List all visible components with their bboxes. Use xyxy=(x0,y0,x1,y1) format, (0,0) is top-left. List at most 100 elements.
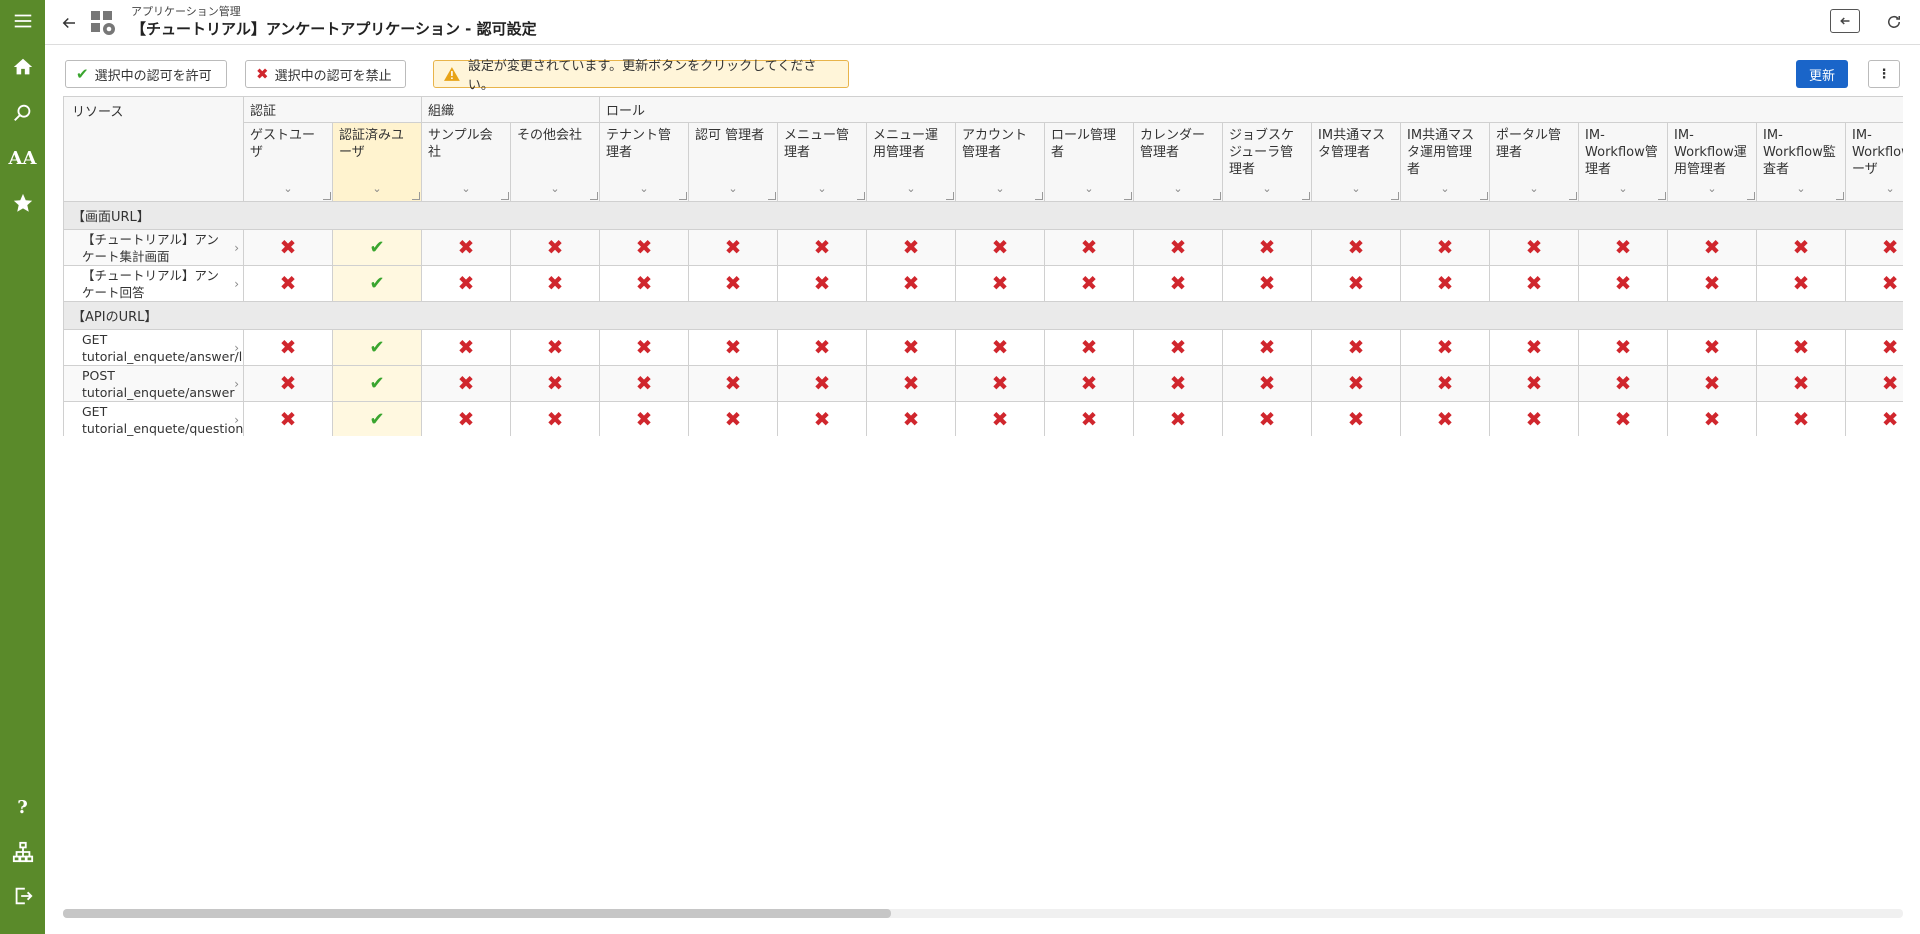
column-header[interactable]: IM-Workflow監査者 ⌄ xyxy=(1756,122,1847,202)
resize-handle-icon[interactable] xyxy=(679,192,688,200)
deny-cross-icon[interactable]: ✖ xyxy=(1793,235,1810,259)
deny-cross-icon[interactable]: ✖ xyxy=(458,271,475,295)
resize-handle-icon[interactable] xyxy=(1391,192,1400,200)
deny-cross-icon[interactable]: ✖ xyxy=(280,335,297,359)
chevron-down-icon[interactable]: ⌄ xyxy=(1135,180,1222,197)
permission-cell[interactable]: ✖ xyxy=(1489,365,1580,402)
resource-name-cell[interactable]: GET tutorial_enquete/question › xyxy=(63,401,244,436)
deny-cross-icon[interactable]: ✖ xyxy=(458,335,475,359)
resize-handle-icon[interactable] xyxy=(1747,192,1756,200)
permission-cell[interactable]: ✖ xyxy=(955,329,1046,366)
permission-cell[interactable]: ✖ xyxy=(1845,401,1903,436)
permission-cell[interactable]: ✖ xyxy=(1756,229,1847,266)
resize-handle-icon[interactable] xyxy=(1124,192,1133,200)
permission-cell[interactable]: ✖ xyxy=(1400,265,1491,302)
chevron-down-icon[interactable]: ⌄ xyxy=(1046,180,1133,197)
permission-cell[interactable]: ✖ xyxy=(1133,329,1224,366)
permission-cell[interactable]: ✖ xyxy=(510,229,601,266)
resize-handle-icon[interactable] xyxy=(501,192,510,200)
column-header[interactable]: ジョブスケジューラ管理者 ⌄ xyxy=(1222,122,1313,202)
chevron-down-icon[interactable]: ⌄ xyxy=(1491,180,1578,197)
permission-cell[interactable]: ✖ xyxy=(688,365,779,402)
resource-name-cell[interactable]: 【チュートリアル】アンケート回答 › xyxy=(63,265,244,302)
permission-cell[interactable]: ✖ xyxy=(1400,365,1491,402)
chevron-down-icon[interactable]: ⌄ xyxy=(1224,180,1311,197)
permission-cell[interactable]: ✖ xyxy=(1756,329,1847,366)
refresh-icon[interactable] xyxy=(1882,10,1906,34)
allow-check-icon[interactable]: ✔ xyxy=(369,237,384,258)
permission-cell[interactable]: ✖ xyxy=(1845,365,1903,402)
deny-cross-icon[interactable]: ✖ xyxy=(1348,335,1365,359)
deny-cross-icon[interactable]: ✖ xyxy=(992,235,1009,259)
deny-cross-icon[interactable]: ✖ xyxy=(814,235,831,259)
sitemap-icon[interactable] xyxy=(0,835,45,869)
permission-cell[interactable]: ✖ xyxy=(1311,365,1402,402)
permission-cell[interactable]: ✖ xyxy=(955,265,1046,302)
permission-cell[interactable]: ✖ xyxy=(1222,229,1313,266)
permission-cell[interactable]: ✖ xyxy=(421,401,512,436)
permission-cell[interactable]: ✖ xyxy=(1400,329,1491,366)
permission-cell[interactable]: ✖ xyxy=(1578,365,1669,402)
back-arrow-icon[interactable] xyxy=(57,11,81,35)
resource-name-cell[interactable]: 【チュートリアル】アンケート集計画面 › xyxy=(63,229,244,266)
deny-cross-icon[interactable]: ✖ xyxy=(725,235,742,259)
deny-cross-icon[interactable]: ✖ xyxy=(1081,371,1098,395)
deny-cross-icon[interactable]: ✖ xyxy=(636,371,653,395)
deny-cross-icon[interactable]: ✖ xyxy=(1259,335,1276,359)
chevron-down-icon[interactable]: ⌄ xyxy=(868,180,955,197)
help-icon[interactable]: ? xyxy=(0,790,45,824)
permission-cell[interactable]: ✖ xyxy=(777,401,868,436)
deny-cross-icon[interactable]: ✖ xyxy=(725,335,742,359)
chevron-down-icon[interactable]: ⌄ xyxy=(1758,180,1845,197)
deny-cross-icon[interactable]: ✖ xyxy=(1793,271,1810,295)
permission-cell[interactable]: ✖ xyxy=(1311,329,1402,366)
permission-cell[interactable]: ✖ xyxy=(1044,265,1135,302)
permission-cell[interactable]: ✖ xyxy=(1222,329,1313,366)
column-header[interactable]: IM共通マスタ管理者 ⌄ xyxy=(1311,122,1402,202)
search-icon[interactable] xyxy=(0,96,45,130)
permission-cell[interactable]: ✖ xyxy=(866,329,957,366)
deny-cross-icon[interactable]: ✖ xyxy=(1437,371,1454,395)
permission-cell[interactable]: ✖ xyxy=(510,401,601,436)
resize-handle-icon[interactable] xyxy=(1658,192,1667,200)
deny-cross-icon[interactable]: ✖ xyxy=(1081,235,1098,259)
column-header[interactable]: ポータル管理者 ⌄ xyxy=(1489,122,1580,202)
permission-cell[interactable]: ✖ xyxy=(1489,229,1580,266)
permission-cell[interactable]: ✖ xyxy=(1756,265,1847,302)
permission-cell[interactable]: ✖ xyxy=(599,229,690,266)
permission-cell[interactable]: ✖ xyxy=(777,329,868,366)
deny-cross-icon[interactable]: ✖ xyxy=(458,235,475,259)
deny-cross-icon[interactable]: ✖ xyxy=(1704,371,1721,395)
permission-cell[interactable]: ✖ xyxy=(421,265,512,302)
allow-check-icon[interactable]: ✔ xyxy=(369,373,384,394)
permission-cell[interactable]: ✖ xyxy=(421,329,512,366)
resize-handle-icon[interactable] xyxy=(1035,192,1044,200)
column-header[interactable]: IM-Workflowユーザ ⌄ xyxy=(1845,122,1903,202)
deny-cross-icon[interactable]: ✖ xyxy=(903,407,920,431)
home-icon[interactable] xyxy=(0,50,45,84)
deny-cross-icon[interactable]: ✖ xyxy=(1259,235,1276,259)
resource-name-cell[interactable]: GET tutorial_enquete/answer/list › xyxy=(63,329,244,366)
permission-cell[interactable]: ✖ xyxy=(1578,265,1669,302)
menu-icon[interactable] xyxy=(0,4,45,38)
deny-cross-icon[interactable]: ✖ xyxy=(458,407,475,431)
permission-cell[interactable]: ✔ xyxy=(331,401,423,436)
deny-cross-icon[interactable]: ✖ xyxy=(903,335,920,359)
deny-cross-icon[interactable]: ✖ xyxy=(725,271,742,295)
deny-cross-icon[interactable]: ✖ xyxy=(1882,271,1899,295)
permission-cell[interactable]: ✖ xyxy=(243,401,333,436)
scrollbar-thumb[interactable] xyxy=(63,909,891,918)
deny-cross-icon[interactable]: ✖ xyxy=(1259,407,1276,431)
permission-cell[interactable]: ✖ xyxy=(1756,365,1847,402)
permission-cell[interactable]: ✖ xyxy=(1667,329,1758,366)
deny-cross-icon[interactable]: ✖ xyxy=(1526,407,1543,431)
permission-cell[interactable]: ✖ xyxy=(1133,365,1224,402)
deny-cross-icon[interactable]: ✖ xyxy=(1704,235,1721,259)
star-icon[interactable] xyxy=(0,186,45,220)
deny-cross-icon[interactable]: ✖ xyxy=(725,371,742,395)
resize-handle-icon[interactable] xyxy=(1480,192,1489,200)
permission-cell[interactable]: ✖ xyxy=(777,265,868,302)
deny-cross-icon[interactable]: ✖ xyxy=(458,371,475,395)
deny-cross-icon[interactable]: ✖ xyxy=(1170,371,1187,395)
deny-cross-icon[interactable]: ✖ xyxy=(814,371,831,395)
